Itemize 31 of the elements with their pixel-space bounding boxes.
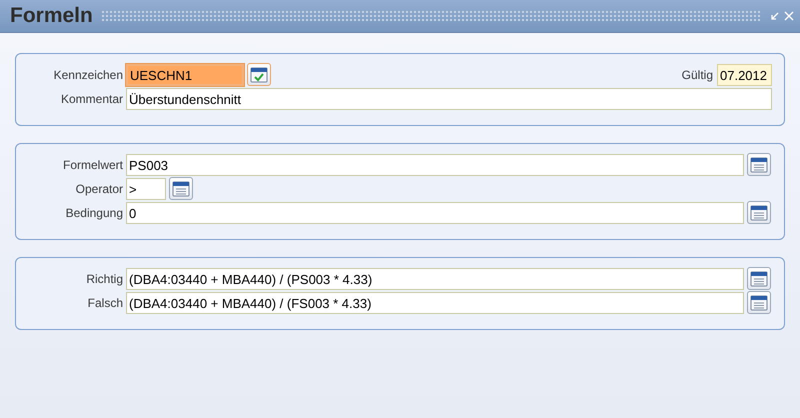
field-label: Kennzeichen bbox=[52, 68, 124, 82]
lookup-button[interactable] bbox=[747, 267, 771, 290]
calendar-list-icon bbox=[172, 180, 190, 196]
window-title: Formeln bbox=[10, 4, 93, 28]
minimize-icon[interactable] bbox=[770, 11, 780, 21]
lookup-button[interactable] bbox=[747, 153, 771, 176]
calendar-check-icon bbox=[250, 66, 268, 82]
calendar-list-icon bbox=[750, 294, 768, 310]
input-field[interactable]: PS003 bbox=[126, 154, 744, 176]
input-field[interactable]: Überstundenschnitt bbox=[126, 88, 772, 110]
close-icon[interactable] bbox=[784, 11, 794, 21]
field-label: Kommentar bbox=[60, 92, 124, 106]
check-button[interactable] bbox=[247, 63, 271, 86]
lookup-button[interactable] bbox=[747, 291, 771, 314]
input-field[interactable]: 07.2012 bbox=[717, 64, 772, 86]
input-field[interactable]: (DBA4:03440 + MBA440) / (FS003 * 4.33) bbox=[126, 292, 744, 314]
lookup-button[interactable] bbox=[747, 201, 771, 224]
calendar-list-icon bbox=[750, 204, 768, 220]
field-label: Operator bbox=[74, 182, 124, 196]
field-label: Richtig bbox=[85, 272, 124, 286]
calendar-list-icon bbox=[750, 270, 768, 286]
input-field[interactable]: 0 bbox=[126, 202, 744, 224]
field-label: Gültig bbox=[682, 68, 713, 82]
field-label: Formelwert bbox=[62, 158, 124, 172]
field-label: Bedingung bbox=[64, 206, 124, 220]
input-field[interactable]: UESCHN1 bbox=[126, 64, 244, 86]
field-label: Falsch bbox=[86, 296, 124, 310]
lookup-button[interactable] bbox=[169, 177, 193, 200]
input-field[interactable]: (DBA4:03440 + MBA440) / (PS003 * 4.33) bbox=[126, 268, 744, 290]
calendar-list-icon bbox=[750, 156, 768, 172]
input-field[interactable]: > bbox=[126, 178, 166, 200]
